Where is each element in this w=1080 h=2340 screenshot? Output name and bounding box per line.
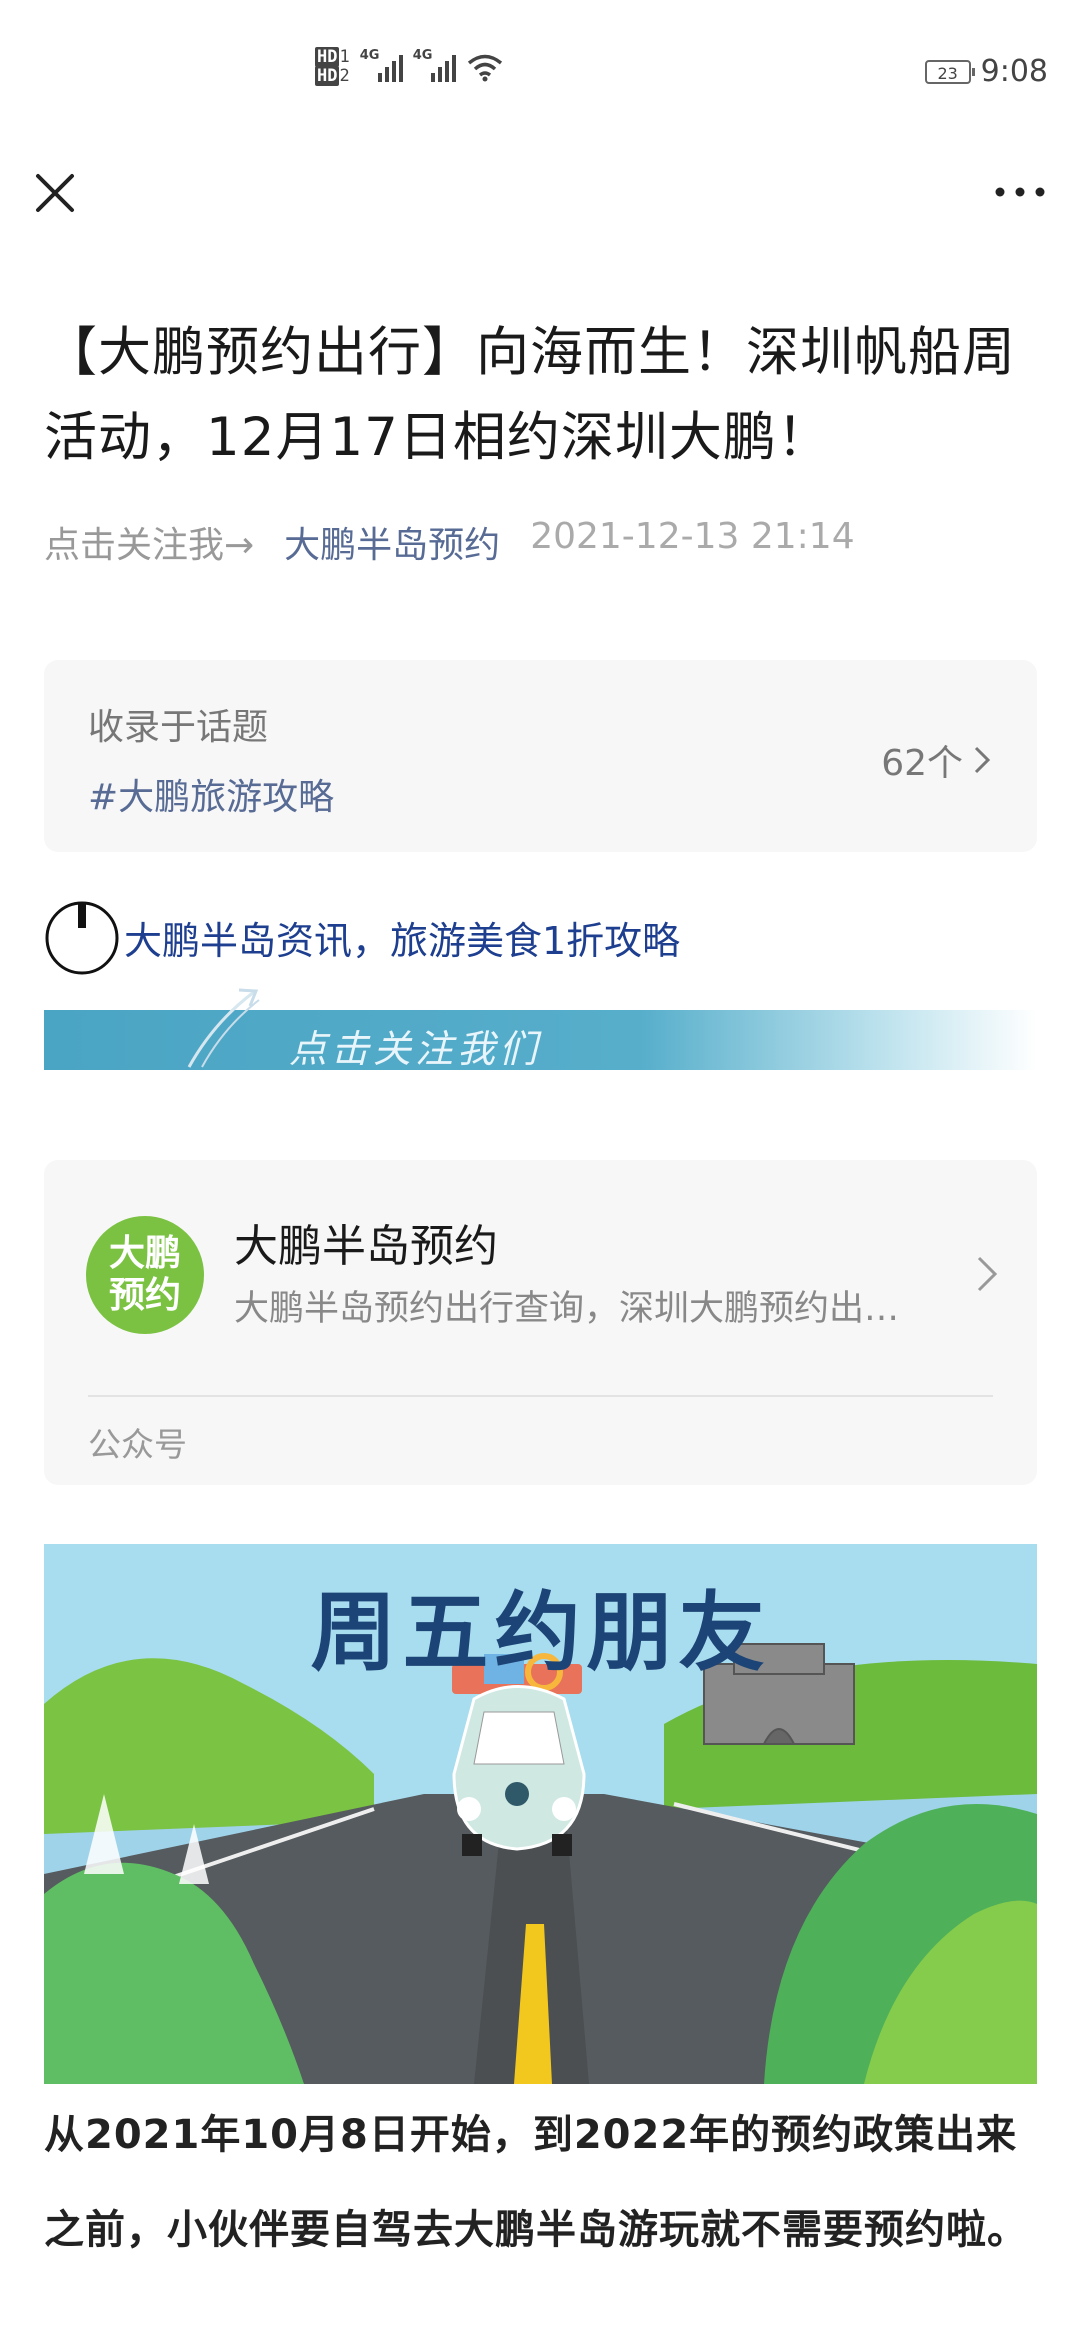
clock-circle-icon	[45, 901, 119, 975]
close-icon[interactable]	[30, 168, 80, 218]
signal-icon: 4G	[360, 48, 403, 82]
chevron-right-icon	[974, 746, 991, 774]
topic-count[interactable]: 62个	[881, 734, 991, 786]
account-name: 大鹏半岛预约	[234, 1221, 498, 1272]
banner-text: 点击关注我们	[289, 1027, 542, 1071]
topic-tag[interactable]: #大鹏旅游攻略	[88, 768, 334, 820]
wifi-icon	[467, 54, 502, 82]
article-illustration[interactable]: 周五约朋友	[44, 1544, 1038, 2084]
status-right: 23 9:08	[924, 54, 1048, 89]
publish-date: 2021-12-13 21:14	[530, 516, 855, 557]
clock: 9:08	[980, 54, 1048, 89]
hd-indicator: HD 1 HD 2	[315, 47, 350, 86]
chevron-right-icon	[977, 1256, 998, 1292]
account-card[interactable]: 大鹏 预约 大鹏半岛预约 大鹏半岛预约出行查询，深圳大鹏预约出行查询，深圳大鹏预…	[44, 1160, 1037, 1485]
illustration-title: 周五约朋友	[310, 1583, 771, 1683]
arrow-icon	[187, 988, 260, 1068]
battery-icon: 23	[924, 59, 975, 84]
signal-icon: 4G	[413, 48, 456, 82]
account-description: 大鹏半岛预约出行查询，深圳大鹏预约出行查询，深圳大鹏预约	[234, 1289, 924, 1329]
article-body: 从2021年10月8日开始，到2022年的预约政策出来之前，小伙伴要自驾去大鹏半…	[44, 2112, 1028, 2253]
status-bar: HD 1 HD 2 4G 4G 23 9:08	[0, 0, 1080, 150]
article-meta: 点击关注我→ 大鹏半岛预约 2021-12-13 21:14	[44, 516, 855, 568]
divider	[88, 1395, 993, 1397]
avatar: 大鹏 预约	[86, 1216, 204, 1334]
more-icon[interactable]	[990, 172, 1050, 212]
follow-us-banner[interactable]: 点击关注我们	[44, 982, 1037, 1082]
status-left: HD 1 HD 2 4G 4G	[315, 47, 504, 86]
topic-label: 收录于话题	[88, 707, 269, 748]
follow-prompt[interactable]: 点击关注我→	[44, 516, 254, 568]
account-type: 公众号	[88, 1425, 187, 1464]
promo-headline[interactable]: 大鹏半岛资讯，旅游美食1折攻略	[124, 910, 680, 965]
topic-card[interactable]: 收录于话题 #大鹏旅游攻略 62个	[44, 660, 1037, 852]
account-link[interactable]: 大鹏半岛预约	[284, 516, 500, 568]
article-title: 【大鹏预约出行】向海而生！深圳帆船周活动，12月17日相约深圳大鹏！	[44, 322, 1016, 468]
